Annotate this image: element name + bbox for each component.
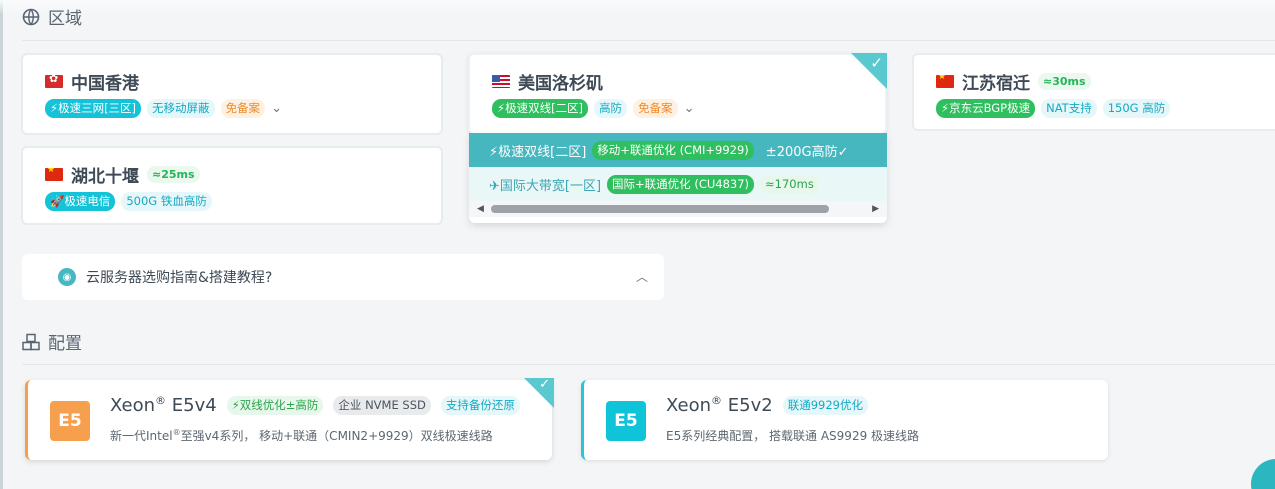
globe-icon bbox=[22, 8, 40, 26]
chevron-down-icon[interactable]: ⌄ bbox=[684, 101, 695, 116]
region-card-losangeles[interactable]: ✓ 美国洛杉矶 ⚡极速双线[二区] 高防 免备案 ⌄ bbox=[468, 53, 887, 135]
region-card-hubei[interactable]: 湖北十堰 ≈25ms 🚀极速电信 500G 铁血高防 bbox=[21, 146, 443, 225]
top-fade bbox=[0, 0, 1275, 14]
region-card-jiangsu[interactable]: 江苏宿迁 ≈30ms ⚡京东云BGP极速 NAT支持 150G 高防 bbox=[912, 53, 1275, 131]
ping-badge: ≈25ms bbox=[147, 166, 200, 183]
help-bubble-button[interactable] bbox=[1251, 459, 1275, 489]
config-card-e5v4[interactable]: ✓ E5 Xeon® E5v4 ⚡双线优化±高防 企业 NVME SSD 支持备… bbox=[25, 377, 554, 460]
feature-tag: 企业 NVME SSD bbox=[333, 395, 431, 415]
feature-tag: 支持备份还原 bbox=[440, 395, 520, 415]
config-divider bbox=[22, 364, 1275, 365]
scroll-left-icon[interactable]: ◀ bbox=[477, 204, 484, 214]
region-name: 江苏宿迁 bbox=[962, 74, 1030, 94]
config-heading-text: 配置 bbox=[48, 334, 82, 354]
feature-tag: 高防 bbox=[594, 99, 628, 118]
cpu-description: 新一代Intel®至强v4系列， 移动+联通（CMIN2+9929）双线极速线路 bbox=[110, 428, 493, 443]
check-icon: ✓ bbox=[870, 54, 883, 72]
line-tag: 🚀极速电信 bbox=[45, 192, 116, 211]
us-flag-icon bbox=[492, 75, 510, 88]
feature-tag: 150G 高防 bbox=[1102, 99, 1171, 118]
config-heading: 配置 bbox=[22, 329, 82, 354]
nofiling-tag: 免备案 bbox=[220, 99, 266, 118]
cpu-title: Xeon® E5v2 bbox=[666, 394, 773, 416]
hongkong-flag-icon bbox=[45, 75, 63, 88]
guide-panel[interactable]: ◉ 云服务器选购指南&搭建教程? ︿ bbox=[22, 254, 664, 300]
region-heading: 区域 bbox=[22, 4, 82, 29]
cpu-description: E5系列经典配置， 搭载联通 AS9929 极速线路 bbox=[666, 429, 920, 443]
option-label: ⚡极速双线[二区] bbox=[489, 144, 587, 160]
scroll-right-icon[interactable]: ▶ bbox=[872, 204, 879, 214]
chevron-down-icon[interactable]: ⌄ bbox=[271, 101, 282, 116]
feature-tag: 联通9929优化 bbox=[782, 395, 868, 415]
dropdown-option-cmi[interactable]: ⚡极速双线[二区] 移动+联通优化 (CMI+9929) ±200G高防✓ bbox=[469, 133, 887, 167]
region-card-hongkong[interactable]: 中国香港 ⚡极速三网[三区] 无移动屏蔽 免备案 ⌄ bbox=[21, 53, 443, 135]
region-heading-text: 区域 bbox=[48, 9, 82, 29]
check-icon: ✓ bbox=[539, 377, 550, 392]
dropdown-option-cu4837[interactable]: ✈国际大带宽[一区] 国际+联通优化 (CU4837) ≈170ms bbox=[469, 167, 887, 201]
chevron-up-icon[interactable]: ︿ bbox=[636, 268, 648, 285]
line-tag: ⚡极速双线[二区] bbox=[492, 99, 589, 118]
horizontal-scrollbar[interactable]: ◀ ▶ bbox=[469, 201, 887, 217]
feature-tag: ⚡双线优化±高防 bbox=[226, 395, 324, 415]
cpu-title: Xeon® E5v4 bbox=[110, 394, 217, 416]
option-label: ✈国际大带宽[一区] bbox=[489, 178, 602, 194]
line-tag: ⚡京东云BGP极速 bbox=[936, 99, 1036, 118]
feature-tag: NAT支持 bbox=[1041, 99, 1097, 118]
scrollbar-thumb[interactable] bbox=[491, 205, 829, 213]
option-tag: 移动+联通优化 (CMI+9929) bbox=[592, 140, 754, 160]
region-name: 湖北十堰 bbox=[71, 167, 139, 187]
option-extra: ±200G高防✓ bbox=[765, 144, 849, 160]
cpu-badge: E5 bbox=[50, 401, 90, 441]
page-left-edge bbox=[0, 0, 3, 489]
ping-badge: ≈30ms bbox=[1038, 73, 1091, 90]
region-name: 美国洛杉矶 bbox=[518, 74, 603, 94]
feature-tag: 500G 铁血高防 bbox=[121, 192, 212, 211]
guide-text: 云服务器选购指南&搭建教程? bbox=[86, 270, 273, 286]
config-card-e5v2[interactable]: E5 Xeon® E5v2 联通9929优化 E5系列经典配置， 搭载联通 AS… bbox=[581, 380, 1108, 460]
line-dropdown: ⚡极速双线[二区] 移动+联通优化 (CMI+9929) ±200G高防✓ ✈国… bbox=[469, 133, 887, 223]
option-extra: ≈170ms bbox=[760, 174, 819, 194]
cpu-badge: E5 bbox=[606, 401, 646, 441]
region-name: 中国香港 bbox=[71, 74, 139, 94]
line-tag: ⚡极速三网[三区] bbox=[45, 99, 142, 118]
china-flag-icon bbox=[936, 75, 954, 88]
feature-tag: 无移动屏蔽 bbox=[147, 99, 215, 118]
cubes-icon bbox=[22, 333, 40, 351]
option-tag: 国际+联通优化 (CU4837) bbox=[607, 174, 755, 194]
region-divider bbox=[22, 40, 1275, 41]
nofiling-tag: 免备案 bbox=[633, 99, 678, 118]
eye-icon: ◉ bbox=[58, 268, 76, 286]
china-flag-icon bbox=[45, 168, 63, 181]
